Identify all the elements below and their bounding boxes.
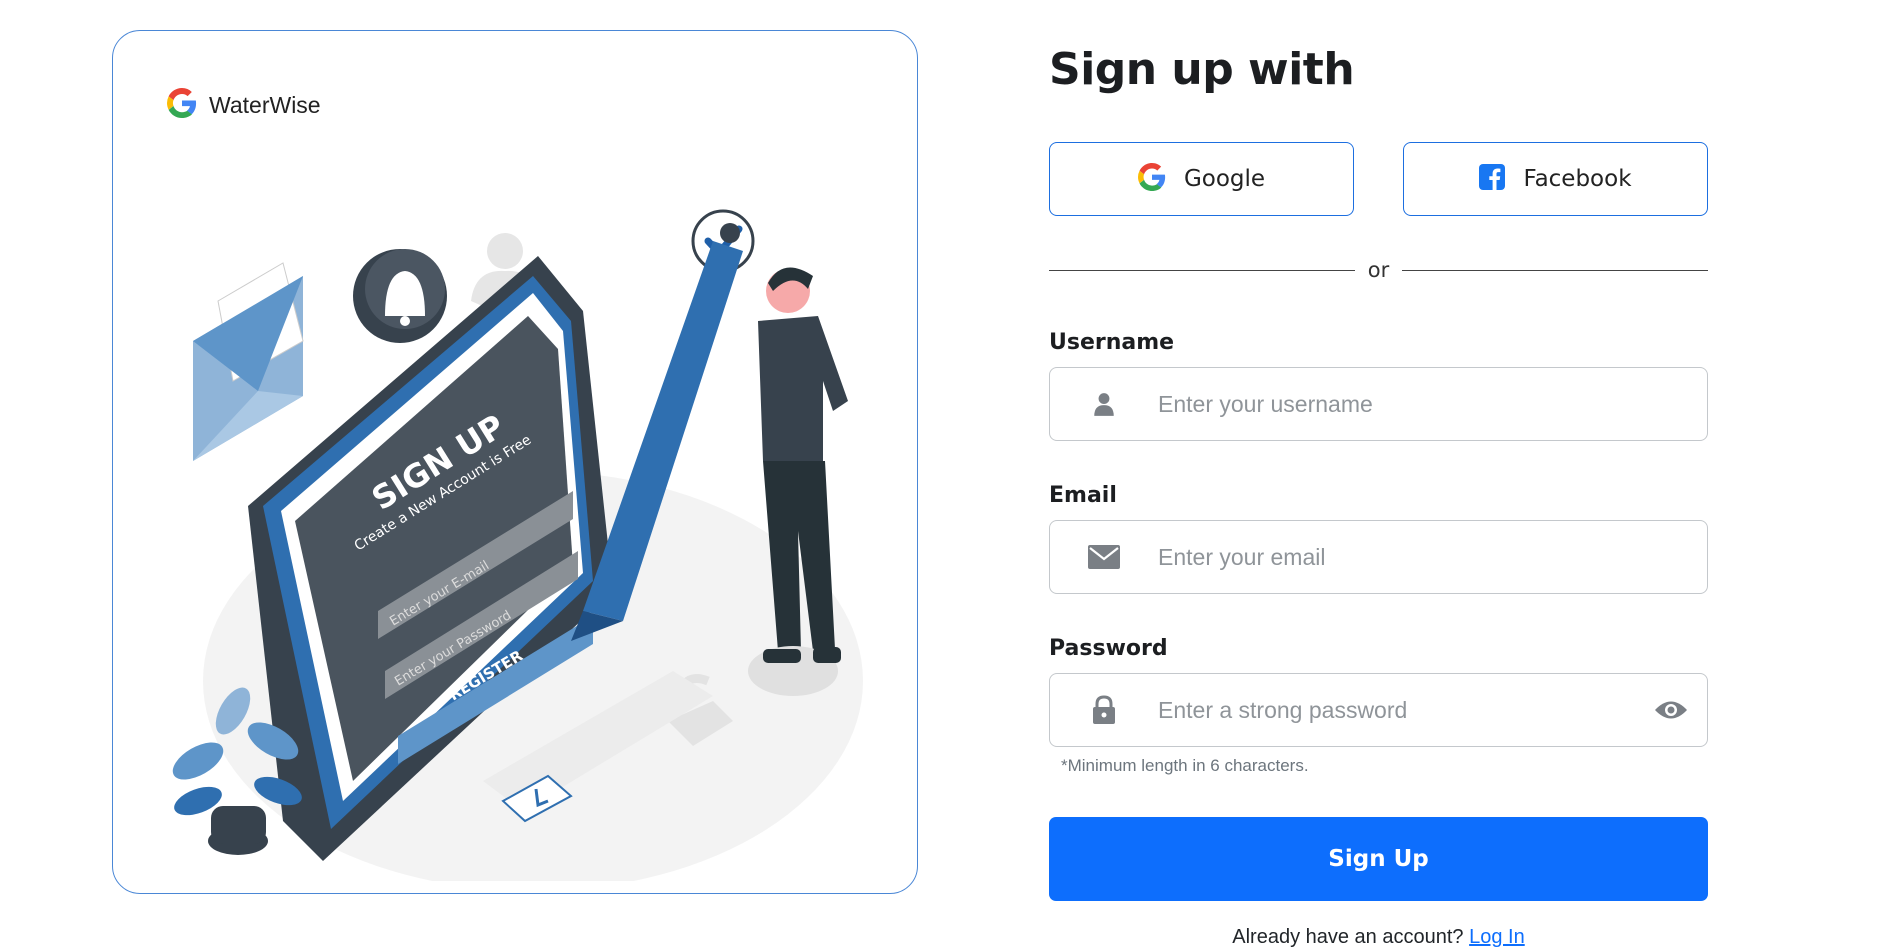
bell-icon [353, 249, 447, 343]
google-signup-button[interactable]: Google [1049, 142, 1354, 216]
password-label: Password [1049, 636, 1168, 661]
lock-icon [1050, 695, 1158, 725]
email-field [1049, 520, 1708, 594]
login-link[interactable]: Log In [1469, 926, 1525, 948]
divider-text: or [1367, 258, 1390, 282]
illustration-card: WaterWise SIGN UP Create a New Account i… [112, 30, 918, 894]
brand: WaterWise [167, 88, 321, 122]
email-label: Email [1049, 483, 1117, 508]
user-icon [1050, 391, 1158, 417]
sign-up-illustration: SIGN UP Create a New Account is Free Ent… [172, 209, 863, 881]
facebook-button-label: Facebook [1523, 166, 1632, 192]
email-input[interactable] [1158, 521, 1707, 593]
eye-icon[interactable] [1635, 699, 1707, 721]
password-field [1049, 673, 1708, 747]
google-button-label: Google [1183, 166, 1266, 192]
brand-name: WaterWise [209, 91, 321, 118]
envelope-icon [1050, 545, 1158, 569]
sign-up-button[interactable]: Sign Up [1049, 817, 1708, 901]
password-hint: *Minimum length in 6 characters. [1061, 756, 1309, 775]
password-input[interactable] [1158, 674, 1635, 746]
divider-line-left [1049, 270, 1355, 271]
login-prompt-text: Already have an account? [1232, 926, 1464, 948]
username-input[interactable] [1158, 368, 1707, 440]
divider-line-right [1402, 270, 1708, 271]
username-field [1049, 367, 1708, 441]
login-prompt-line: Already have an account? Log In [1049, 926, 1708, 949]
signup-form: Sign up with Google Facebook or Username [1049, 0, 1708, 948]
page-title: Sign up with [1049, 44, 1355, 95]
facebook-icon [1479, 164, 1506, 194]
google-logo-icon [167, 88, 197, 122]
username-label: Username [1049, 330, 1175, 355]
or-divider: or [1049, 258, 1708, 282]
facebook-signup-button[interactable]: Facebook [1403, 142, 1708, 216]
google-icon [1137, 163, 1166, 195]
envelope-icon [193, 262, 304, 461]
